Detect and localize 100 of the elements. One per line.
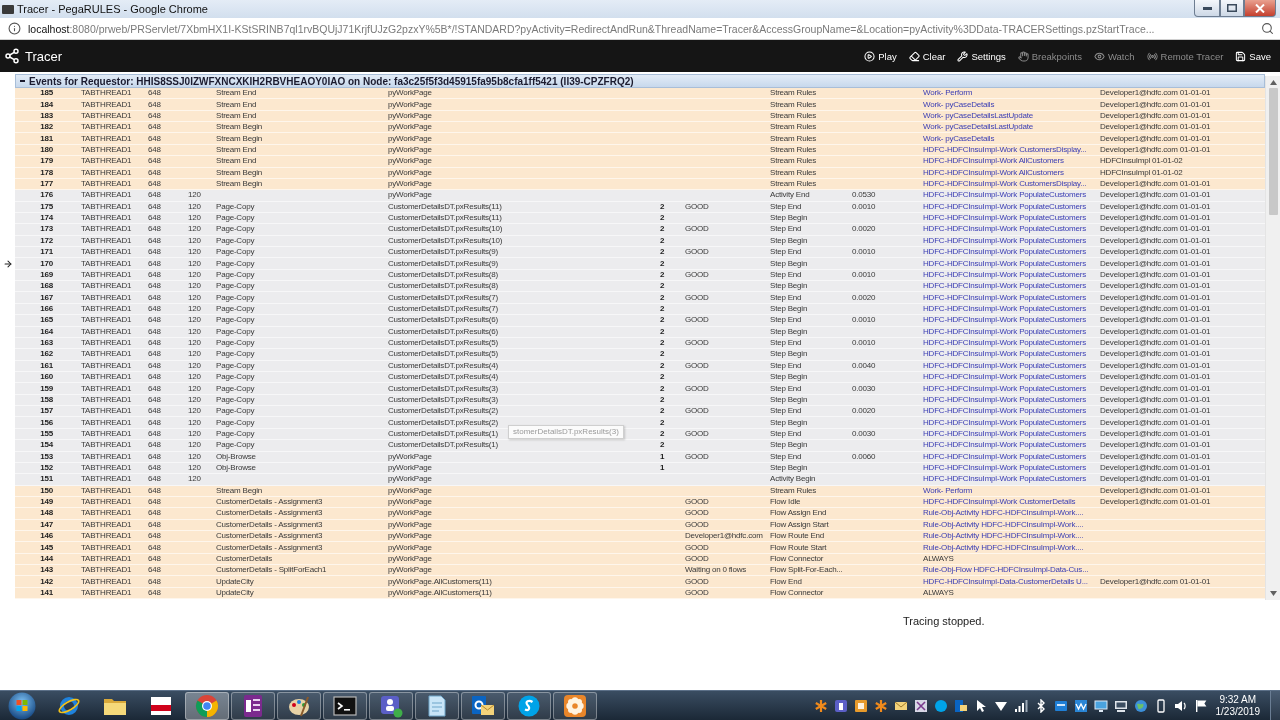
rule-link[interactable]: Work- Perform xyxy=(923,485,973,496)
wave-tile-icon[interactable] xyxy=(1073,698,1088,713)
toolbar-button[interactable]: Save xyxy=(1232,45,1274,67)
mail-icon[interactable] xyxy=(953,698,968,713)
rule-link[interactable]: Rule-Obj-Activity HDFC-HDFCInsuImpl-Work.... xyxy=(923,531,1084,542)
rule-link[interactable]: Rule-Obj-Flow HDFC-HDFCInsuImpl-Data-Cus... xyxy=(923,565,1089,576)
rule-link[interactable]: Work- pyCaseDetails xyxy=(923,133,995,144)
table-cell: Step End xyxy=(770,360,802,371)
rule-link[interactable]: HDFC-HDFCInsuImpl-Work PopulateCustomers xyxy=(923,440,1086,451)
rule-link[interactable]: HDFC-HDFCInsuImpl-Work PopulateCustomers xyxy=(923,258,1086,269)
rule-link[interactable]: HDFC-HDFCInsuImpl-Work AllCustomers xyxy=(923,156,1064,167)
table-cell: 648 xyxy=(148,440,161,451)
asterisk-icon[interactable] xyxy=(813,698,828,713)
taskbar-button[interactable] xyxy=(231,691,275,720)
rule-link[interactable]: HDFC-HDFCInsuImpl-Work PopulateCustomers xyxy=(923,360,1086,371)
slot-box-icon[interactable] xyxy=(1053,698,1068,713)
toolbar-button[interactable]: Play xyxy=(861,45,900,67)
rule-link[interactable]: HDFC-HDFCInsuImpl-Work PopulateCustomers xyxy=(923,463,1086,474)
rule-link[interactable]: HDFC-HDFCInsuImpl-Work PopulateCustomers xyxy=(923,224,1086,235)
taskbar-button[interactable] xyxy=(323,691,367,720)
scroll-up-icon[interactable] xyxy=(1269,80,1277,85)
toolbar-button[interactable]: Clear xyxy=(905,45,949,67)
rule-link[interactable]: HDFC-HDFCInsuImpl-Work PopulateCustomers xyxy=(923,451,1086,462)
crossed-tile-icon[interactable] xyxy=(913,698,928,713)
clock-time[interactable]: 9:32 AM xyxy=(1219,693,1257,706)
rule-link[interactable]: HDFC-HDFCInsuImpl-Work PopulateCustomers xyxy=(923,201,1086,212)
asterisk-icon[interactable] xyxy=(873,698,888,713)
rule-link[interactable]: Work- pyCaseDetailsLastUpdate xyxy=(923,122,1034,133)
rule-link[interactable]: HDFC-HDFCInsuImpl-Work PopulateCustomers xyxy=(923,315,1086,326)
table-cell: GOOD xyxy=(685,451,709,462)
table-cell: TABTHREAD1 xyxy=(81,338,132,349)
rule-link[interactable]: HDFC-HDFCInsuImpl-Work CustomersDisplay... xyxy=(923,179,1087,190)
rule-link[interactable]: HDFC-HDFCInsuImpl-Work CustomerDetails xyxy=(923,497,1076,508)
rule-link[interactable]: Rule-Obj-Activity HDFC-HDFCInsuImpl-Work.... xyxy=(923,542,1084,553)
show-desktop-button[interactable] xyxy=(1270,691,1280,720)
rule-link[interactable]: Work- Perform xyxy=(923,88,973,99)
square-in-tile-icon[interactable] xyxy=(853,698,868,713)
rule-link[interactable]: HDFC-HDFCInsuImpl-Work AllCustomers xyxy=(923,167,1064,178)
rule-link[interactable]: Rule-Obj-Activity HDFC-HDFCInsuImpl-Work.... xyxy=(923,519,1084,530)
bar-tile-icon[interactable] xyxy=(833,698,848,713)
rule-link[interactable]: HDFC-HDFCInsuImpl-Work PopulateCustomers xyxy=(923,213,1086,224)
rule-link[interactable]: HDFC-HDFCInsuImpl-Work PopulateCustomers xyxy=(923,349,1086,360)
flag-icon[interactable] xyxy=(1193,698,1208,713)
events-header-bar[interactable]: Events for Requestor: HHIS8SSJ0IZWFXNCXKIH2RBVHEAOY0IAO on Node: fa3c25f5f3d45915fa95b8cfa1ff5421 (II39-CPZFRQ2) xyxy=(15,74,1265,88)
rule-link[interactable]: Work- pyCaseDetailsLastUpdate xyxy=(923,110,1034,121)
clock-date[interactable]: 1/23/2019 xyxy=(1215,705,1260,718)
signal-bars-icon[interactable] xyxy=(1013,698,1028,713)
rule-link[interactable]: HDFC-HDFCInsuImpl-Work PopulateCustomers xyxy=(923,417,1086,428)
minimize-button[interactable] xyxy=(1194,0,1220,17)
toolbar-button[interactable]: Settings xyxy=(954,45,1009,67)
rule-link[interactable]: HDFC-HDFCInsuImpl-Work PopulateCustomers xyxy=(923,190,1086,201)
rule-link[interactable]: HDFC-HDFCInsuImpl-Work PopulateCustomers xyxy=(923,304,1086,314)
taskbar-button[interactable] xyxy=(553,691,597,720)
rule-link[interactable]: Work- pyCaseDetails xyxy=(923,99,995,110)
table-cell: 648 xyxy=(148,269,161,280)
status-text: Tracing stopped. xyxy=(903,615,985,628)
rule-link[interactable]: HDFC-HDFCInsuImpl-Work PopulateCustomers xyxy=(923,372,1086,383)
address-field[interactable]: localhost:8080/prweb/PRServlet/7XbmHX1I-KStSRINB7ql1rvBQUjJ71KrjfUJzG2pzxY%5B*/!STANDARD?pyActivity=RedirectAndRun&ThreadName=Tracer&AccessGroupName=&Location=pyActivity%3DData-TRACERSettings.pzStartTrace... xyxy=(28,22,1254,35)
line-number: 162 xyxy=(40,349,53,360)
taskbar-button[interactable] xyxy=(277,691,321,720)
rule-link[interactable]: HDFC-HDFCInsuImpl-Work PopulateCustomers xyxy=(923,428,1086,439)
rule-link[interactable]: HDFC-HDFCInsuImpl-Work PopulateCustomers xyxy=(923,269,1086,280)
scrollbar-thumb[interactable] xyxy=(1268,88,1278,215)
rule-link[interactable]: HDFC-HDFCInsuImpl-Work PopulateCustomers xyxy=(923,292,1086,303)
close-icon xyxy=(1255,3,1265,13)
scroll-down-icon[interactable] xyxy=(1269,591,1277,596)
rule-link[interactable]: HDFC-HDFCInsuImpl-Work PopulateCustomers xyxy=(923,326,1086,337)
table-cell: GOOD xyxy=(685,508,709,519)
table-cell: 2 xyxy=(660,428,665,439)
rule-link[interactable]: HDFC-HDFCInsuImpl-Work PopulateCustomers xyxy=(923,338,1086,349)
eye-icon xyxy=(1093,50,1105,62)
rule-link[interactable]: HDFC-HDFCInsuImpl-Work PopulateCustomers xyxy=(923,247,1086,258)
close-button[interactable] xyxy=(1244,0,1276,17)
speaker-icon[interactable] xyxy=(1173,698,1188,713)
line-number: 150 xyxy=(40,485,53,496)
rule-link[interactable]: HDFC-HDFCInsuImpl-Data-CustomerDetails U... xyxy=(923,576,1088,587)
computer-icon[interactable] xyxy=(1113,698,1128,713)
taskbar-button[interactable] xyxy=(507,691,551,720)
table-cell: Developer1@hdfc.com 01-01-01 xyxy=(1100,304,1211,314)
info-icon[interactable] xyxy=(8,22,21,35)
taskbar-button[interactable] xyxy=(461,691,505,720)
rule-link[interactable]: HDFC-HDFCInsuImpl-Work PopulateCustomers xyxy=(923,235,1086,246)
globe-icon[interactable] xyxy=(1133,698,1148,713)
hand-icon xyxy=(1017,50,1029,62)
eraser-icon xyxy=(908,50,920,62)
taskbar-button[interactable] xyxy=(369,691,413,720)
rule-link[interactable]: HDFC-HDFCInsuImpl-Work PopulateCustomers xyxy=(923,474,1086,485)
rule-link[interactable]: HDFC-HDFCInsuImpl-Work CustomersDisplay... xyxy=(923,144,1087,155)
scrollbar[interactable] xyxy=(1265,76,1280,600)
rule-link[interactable]: HDFC-HDFCInsuImpl-Work PopulateCustomers xyxy=(923,406,1086,417)
search-icon[interactable] xyxy=(1261,22,1274,35)
maximize-button[interactable] xyxy=(1220,0,1244,17)
taskbar-button[interactable] xyxy=(415,691,459,720)
monitor-icon[interactable] xyxy=(1093,698,1108,713)
chat-bubble-icon[interactable] xyxy=(933,698,948,713)
rule-link[interactable]: HDFC-HDFCInsuImpl-Work PopulateCustomers xyxy=(923,394,1086,405)
rule-link[interactable]: HDFC-HDFCInsuImpl-Work PopulateCustomers xyxy=(923,281,1086,292)
rule-link[interactable]: HDFC-HDFCInsuImpl-Work PopulateCustomers xyxy=(923,383,1086,394)
table-cell: Step Begin xyxy=(770,349,808,360)
rule-link[interactable]: Rule-Obj-Activity HDFC-HDFCInsuImpl-Work.... xyxy=(923,508,1084,519)
